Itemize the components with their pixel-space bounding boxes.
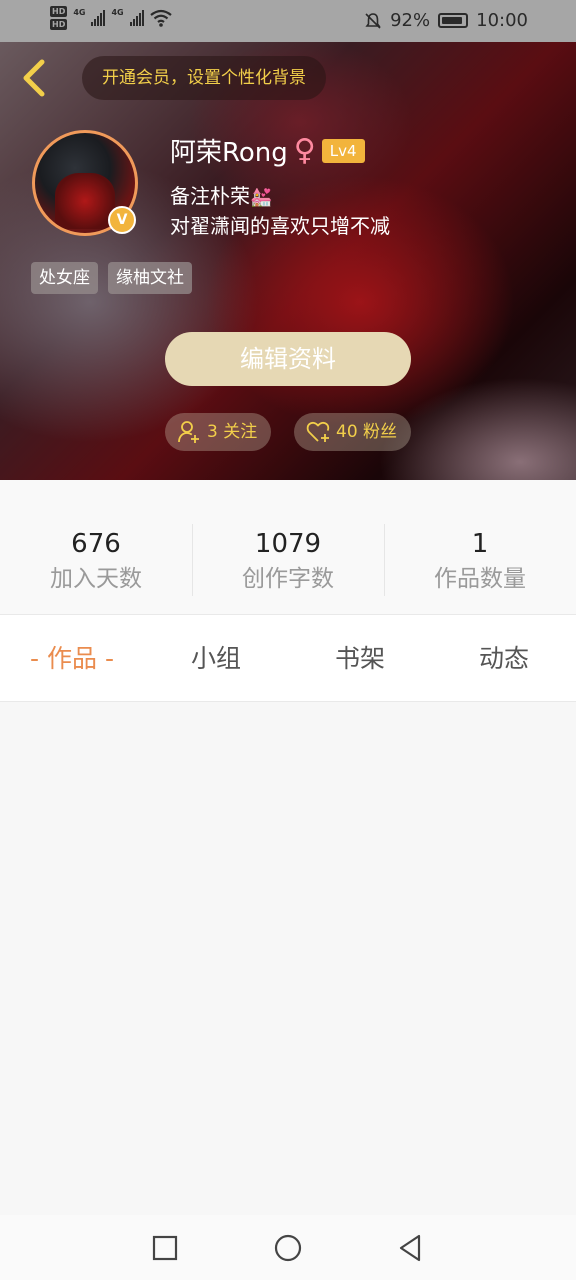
verified-badge: V <box>108 206 136 234</box>
stat-join-days: 676 加入天数 <box>0 480 192 614</box>
stat-works-count: 1 作品数量 <box>384 480 576 614</box>
status-right: 92% 10:00 <box>364 10 528 31</box>
square-icon <box>152 1235 178 1261</box>
following-button[interactable]: 3 关注 <box>165 413 272 451</box>
clock: 10:00 <box>476 10 528 31</box>
network-type-2: 4G <box>111 7 124 17</box>
tag-list: 处女座 缘柚文社 <box>31 262 192 294</box>
home-button[interactable] <box>273 1233 303 1263</box>
stat-label: 作品数量 <box>434 566 526 592</box>
user-name: 阿荣Rong <box>170 138 288 168</box>
stats-row: 676 加入天数 1079 创作字数 1 作品数量 <box>0 480 576 614</box>
battery-icon <box>438 13 469 28</box>
circle-icon <box>274 1234 302 1262</box>
stat-label: 加入天数 <box>50 566 142 592</box>
edit-profile-button[interactable]: 编辑资料 <box>165 332 411 386</box>
system-nav-bar <box>0 1215 576 1280</box>
battery-percent: 92% <box>390 10 431 31</box>
stat-value: 1 <box>471 529 489 559</box>
hd-badge-1: HD <box>50 6 68 17</box>
tab-activity[interactable]: 动态 <box>432 615 576 701</box>
following-count: 3 关注 <box>207 422 258 442</box>
stat-label: 创作字数 <box>242 566 334 592</box>
status-left: HD HD 4G 4G <box>50 6 172 30</box>
female-icon: ♀ <box>293 132 316 168</box>
bio-line-1-text: 备注朴荣 <box>170 184 250 208</box>
tag-society[interactable]: 缘柚文社 <box>108 262 192 294</box>
heart-plus-icon <box>306 421 330 442</box>
tab-bookshelf[interactable]: 书架 <box>288 615 432 701</box>
chapel-emoji-icon: 💒 <box>250 187 273 208</box>
profile-header: 开通会员，设置个性化背景 V 阿荣Rong ♀ Lv4 备注朴荣💒 对翟潇闻的喜… <box>0 42 576 480</box>
tab-groups[interactable]: 小组 <box>144 615 288 701</box>
network-type-1: 4G <box>73 7 86 17</box>
triangle-back-icon <box>399 1234 421 1262</box>
hd-badge-2: HD <box>50 19 68 30</box>
mute-bell-icon <box>365 12 381 29</box>
profile-tabs: - 作品 - 小组 书架 动态 <box>0 614 576 702</box>
vip-background-prompt[interactable]: 开通会员，设置个性化背景 <box>82 56 326 100</box>
name-row: 阿荣Rong ♀ Lv4 <box>170 132 365 169</box>
tab-works[interactable]: - 作品 - <box>0 615 144 701</box>
hd-indicators: HD HD <box>50 6 68 30</box>
bio-line-2: 对翟潇闻的喜欢只增不减 <box>170 214 390 238</box>
status-bar: HD HD 4G 4G 92% 10:00 <box>0 0 576 42</box>
bio: 备注朴荣💒 对翟潇闻的喜欢只增不减 <box>170 182 390 240</box>
signal-icon-2 <box>129 10 144 26</box>
bio-line-1: 备注朴荣💒 <box>170 182 390 212</box>
stat-value: 676 <box>71 529 121 559</box>
signal-icon <box>91 10 106 26</box>
tab-content-area <box>0 703 576 1215</box>
recents-button[interactable] <box>150 1233 180 1263</box>
stat-value: 1079 <box>254 529 322 559</box>
stat-word-count: 1079 创作字数 <box>192 480 384 614</box>
wifi-icon <box>149 9 172 27</box>
tag-zodiac[interactable]: 处女座 <box>31 262 98 294</box>
avatar-figure <box>55 173 115 229</box>
back-button[interactable] <box>16 58 52 98</box>
fans-count: 40 粉丝 <box>336 422 398 442</box>
user-add-icon <box>178 421 199 443</box>
chevron-left-icon <box>23 59 45 97</box>
level-badge: Lv4 <box>321 138 365 163</box>
back-nav-button[interactable] <box>396 1233 426 1263</box>
fans-button[interactable]: 40 粉丝 <box>294 413 412 451</box>
